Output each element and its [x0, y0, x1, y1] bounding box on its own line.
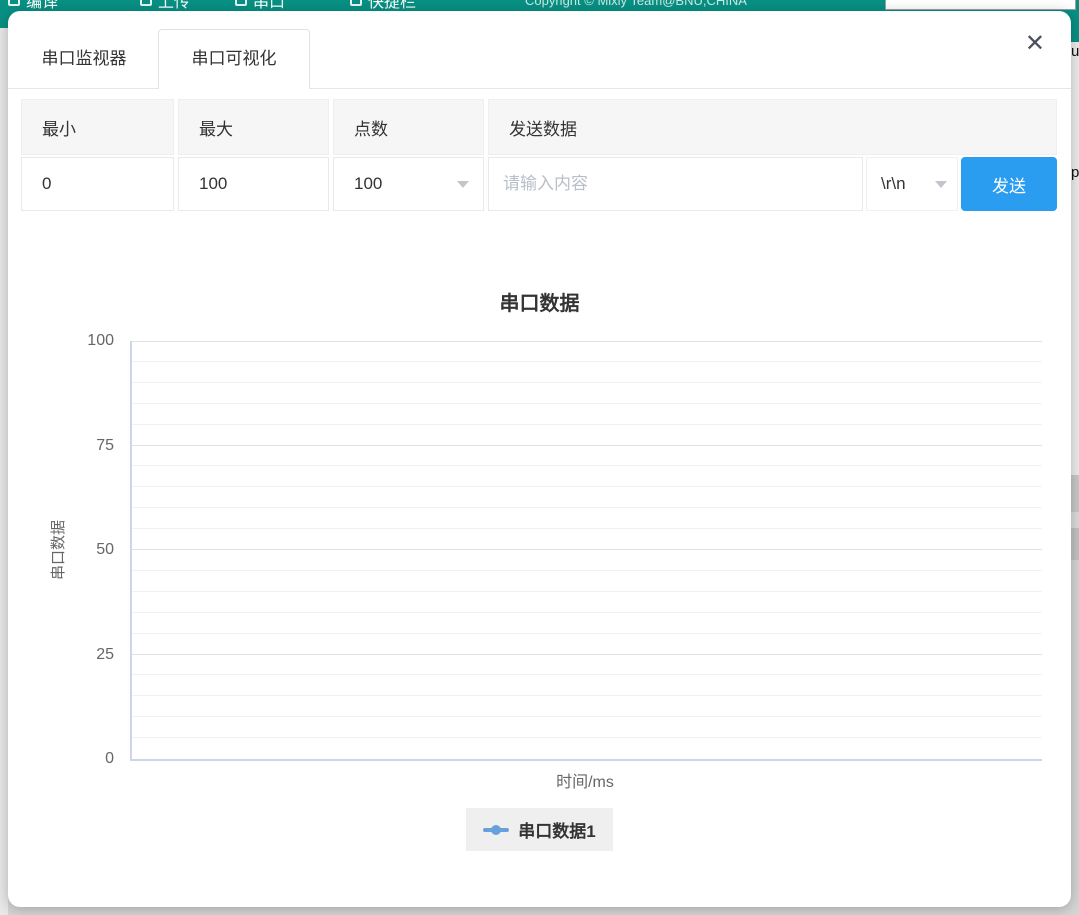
gridline — [132, 507, 1042, 508]
tab-serial-monitor[interactable]: 串口监视器 — [10, 30, 158, 88]
legend-label: 串口数据1 — [518, 817, 595, 842]
page-background-right — [1071, 475, 1079, 512]
chevron-down-icon — [935, 181, 947, 188]
gridline — [132, 591, 1042, 592]
gridline — [132, 528, 1042, 529]
background-text-fragment: u — [1071, 43, 1079, 60]
line-marker-icon — [483, 828, 509, 832]
x-axis-title: 时间/ms — [130, 768, 1040, 792]
gridline — [132, 654, 1042, 655]
header-send-data: 发送数据 — [488, 99, 1057, 155]
toolbar-item-serial[interactable]: 串口 — [235, 0, 285, 11]
gridline — [132, 445, 1042, 446]
send-button[interactable]: 发送 — [961, 157, 1057, 211]
points-select-value: 100 — [354, 174, 382, 194]
gridline — [132, 633, 1042, 634]
page-background-left — [0, 28, 8, 915]
y-axis-tick: 25 — [48, 645, 114, 665]
point-marker-icon — [491, 825, 501, 835]
gridline — [132, 570, 1042, 571]
legend-item-series1[interactable]: 串口数据1 — [466, 808, 612, 851]
points-select[interactable]: 100 — [333, 157, 484, 211]
y-axis-tick: 75 — [48, 436, 114, 456]
gridline — [132, 486, 1042, 487]
send-data-input[interactable] — [488, 157, 863, 211]
page-background-right — [1071, 560, 1079, 915]
shortcutbar-icon — [350, 0, 362, 6]
chevron-down-icon — [457, 181, 469, 188]
toolbar-item-compile[interactable]: 编译 — [8, 0, 58, 11]
board-selector[interactable]: Arduino/Genuino — [885, 0, 1076, 10]
gridline — [132, 695, 1042, 696]
form-input-row: 0 100 100 \r\n 发送 — [21, 157, 1057, 211]
compile-icon — [8, 0, 20, 6]
chart-title: 串口数据 — [8, 287, 1071, 316]
copyright-text: Copyright © Mixly Team@BNU,CHINA — [525, 0, 747, 11]
header-max: 最大 — [178, 99, 329, 155]
gridline — [132, 361, 1042, 362]
gridline — [132, 382, 1042, 383]
upload-icon — [140, 0, 152, 6]
form-header-row: 最小 最大 点数 发送数据 — [21, 99, 1057, 155]
chart-legend: 串口数据1 — [8, 808, 1071, 851]
page-background-right — [1071, 528, 1079, 560]
line-ending-select[interactable]: \r\n — [866, 157, 958, 211]
gridline — [132, 737, 1042, 738]
max-input[interactable]: 100 — [178, 157, 329, 211]
y-axis-tick: 100 — [48, 331, 114, 351]
send-group: \r\n 发送 — [488, 157, 1057, 211]
serial-icon — [235, 0, 247, 6]
page-background-right — [1071, 512, 1079, 528]
y-axis-tick: 50 — [48, 540, 114, 560]
line-ending-value: \r\n — [881, 174, 906, 194]
gridline — [132, 341, 1042, 342]
page-background-right: u p — [1071, 42, 1079, 475]
y-axis-labels: 0255075100 — [48, 341, 114, 759]
gridline — [132, 612, 1042, 613]
gridline — [132, 403, 1042, 404]
y-axis-tick: 0 — [48, 749, 114, 769]
header-points: 点数 — [333, 99, 484, 155]
close-icon[interactable]: ✕ — [1025, 31, 1045, 55]
header-min: 最小 — [21, 99, 174, 155]
gridline — [132, 465, 1042, 466]
gridline — [132, 424, 1042, 425]
gridline — [132, 549, 1042, 550]
gridline — [132, 716, 1042, 717]
toolbar-item-shortcutbar[interactable]: 快捷栏 — [350, 0, 416, 11]
tab-serial-visualization[interactable]: 串口可视化 — [158, 29, 310, 89]
gridline — [132, 674, 1042, 675]
serial-dialog: 串口监视器 串口可视化 ✕ 最小 最大 点数 发送数据 0 100 100 \r… — [8, 11, 1071, 907]
plot-area — [130, 341, 1042, 761]
min-input[interactable]: 0 — [21, 157, 174, 211]
toolbar-item-upload[interactable]: 上传 — [140, 0, 190, 11]
background-text-fragment: p — [1071, 164, 1079, 181]
